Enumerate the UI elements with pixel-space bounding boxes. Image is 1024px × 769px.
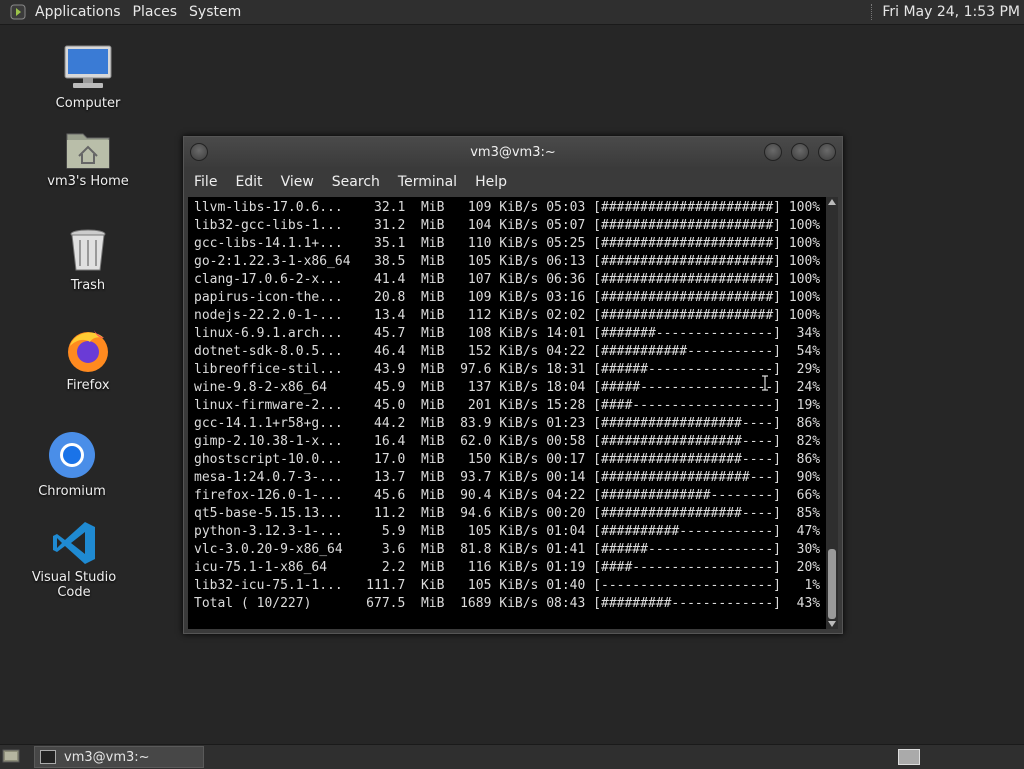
terminal-line: python-3.12.3-1-... 5.9 MiB 105 KiB/s 01… [194, 524, 821, 539]
desktop-icon-computer[interactable]: Computer [33, 44, 143, 111]
computer-icon [64, 45, 112, 88]
menu-edit[interactable]: Edit [235, 174, 262, 190]
text-cursor-icon [762, 375, 768, 391]
terminal-line: gcc-14.1.1+r58+g... 44.2 MiB 83.9 KiB/s … [194, 416, 821, 431]
desktop-icon-firefox[interactable]: Firefox [33, 326, 143, 393]
desktop-icon-chromium[interactable]: Chromium [17, 430, 127, 499]
terminal-output[interactable]: llvm-libs-17.0.6... 32.1 MiB 109 KiB/s 0… [188, 197, 826, 629]
desktop-icon-label: Visual Studio Code [31, 570, 117, 600]
terminal-line: lib32-icu-75.1-1... 111.7 KiB 105 KiB/s … [194, 578, 821, 593]
taskbar-item-label: vm3@vm3:~ [64, 749, 150, 765]
terminal-line: qt5-base-5.15.13... 11.2 MiB 94.6 KiB/s … [194, 506, 821, 521]
applications-logo-icon[interactable] [10, 4, 26, 20]
terminal-line: Total ( 10/227) 677.5 MiB 1689 KiB/s 08:… [194, 596, 821, 611]
menu-applications[interactable]: Applications [35, 4, 121, 20]
terminal-icon [40, 750, 56, 764]
terminal-line: llvm-libs-17.0.6... 32.1 MiB 109 KiB/s 0… [194, 200, 821, 215]
chromium-icon [49, 432, 95, 478]
scroll-thumb[interactable] [828, 549, 836, 619]
show-desktop-icon[interactable] [2, 748, 20, 764]
maximize-button[interactable] [791, 143, 809, 161]
terminal-title: vm3@vm3:~ [470, 144, 556, 160]
menu-places[interactable]: Places [133, 4, 178, 20]
terminal-line: gcc-libs-14.1.1+... 35.1 MiB 110 KiB/s 0… [194, 236, 821, 251]
scroll-up-arrow-icon[interactable] [828, 199, 836, 205]
terminal-menubar: File Edit View Search Terminal Help [184, 167, 842, 197]
terminal-line: libreoffice-stil... 43.9 MiB 97.6 KiB/s … [194, 362, 821, 377]
terminal-titlebar[interactable]: vm3@vm3:~ [184, 137, 842, 167]
terminal-line: wine-9.8-2-x86_64 45.9 MiB 137 KiB/s 18:… [194, 380, 821, 395]
vscode-icon [53, 522, 95, 564]
terminal-lines: llvm-libs-17.0.6... 32.1 MiB 109 KiB/s 0… [194, 199, 820, 613]
menu-terminal[interactable]: Terminal [398, 174, 457, 190]
terminal-window[interactable]: vm3@vm3:~ File Edit View Search Terminal… [183, 136, 843, 634]
terminal-scrollbar[interactable] [826, 197, 838, 629]
terminal-line: icu-75.1-1-x86_64 2.2 MiB 116 KiB/s 01:1… [194, 560, 821, 575]
terminal-line: lib32-gcc-libs-1... 31.2 MiB 104 KiB/s 0… [194, 218, 821, 233]
top-panel: Applications Places System Fri May 24, 1… [0, 0, 1024, 25]
menu-system[interactable]: System [189, 4, 241, 20]
desktop-icon-label: Firefox [66, 378, 110, 393]
desktop-icon-label: vm3's Home [47, 174, 129, 189]
terminal-line: ghostscript-10.0... 17.0 MiB 150 KiB/s 0… [194, 452, 821, 467]
clock[interactable]: Fri May 24, 1:53 PM [882, 4, 1020, 20]
close-button[interactable] [818, 143, 836, 161]
terminal-line: linux-6.9.1.arch... 45.7 MiB 108 KiB/s 1… [194, 326, 821, 341]
window-menu-button[interactable] [190, 143, 208, 161]
menu-file[interactable]: File [194, 174, 217, 190]
terminal-line: gimp-2.10.38-1-x... 16.4 MiB 62.0 KiB/s … [194, 434, 821, 449]
desktop-icon-label: Trash [70, 278, 106, 293]
taskbar-item-terminal[interactable]: vm3@vm3:~ [34, 746, 204, 768]
terminal-line: nodejs-22.2.0-1-... 13.4 MiB 112 KiB/s 0… [194, 308, 821, 323]
menu-help[interactable]: Help [475, 174, 507, 190]
clock-area: Fri May 24, 1:53 PM [871, 0, 1020, 24]
home-folder-icon [66, 133, 110, 169]
desktop-icon-vscode[interactable]: Visual Studio Code [19, 520, 129, 600]
terminal-line: papirus-icon-the... 20.8 MiB 109 KiB/s 0… [194, 290, 821, 305]
desktop-icon-label: Computer [55, 96, 121, 111]
terminal-line: vlc-3.0.20-9-x86_64 3.6 MiB 81.8 KiB/s 0… [194, 542, 821, 557]
terminal-line: go-2:1.22.3-1-x86_64 38.5 MiB 105 KiB/s … [194, 254, 821, 269]
menu-view[interactable]: View [281, 174, 314, 190]
minimize-button[interactable] [764, 143, 782, 161]
terminal-line: dotnet-sdk-8.0.5... 46.4 MiB 152 KiB/s 0… [194, 344, 821, 359]
workspace-switcher[interactable] [898, 749, 920, 765]
desktop-icon-trash[interactable]: Trash [33, 228, 143, 293]
terminal-line: mesa-1:24.0.7-3-... 13.7 MiB 93.7 KiB/s … [194, 470, 821, 485]
trash-icon [70, 229, 106, 271]
firefox-icon [68, 330, 108, 372]
top-menu: Applications Places System [0, 4, 244, 20]
bottom-panel: vm3@vm3:~ [0, 744, 1024, 769]
desktop-icon-home[interactable]: vm3's Home [33, 128, 143, 189]
terminal-line: clang-17.0.6-2-x... 41.4 MiB 107 KiB/s 0… [194, 272, 821, 287]
panel-separator [871, 4, 874, 20]
menu-search[interactable]: Search [332, 174, 380, 190]
terminal-line: linux-firmware-2... 45.0 MiB 201 KiB/s 1… [194, 398, 821, 413]
terminal-line: firefox-126.0-1-... 45.6 MiB 90.4 KiB/s … [194, 488, 821, 503]
desktop-icon-label: Chromium [38, 484, 106, 499]
scroll-down-arrow-icon[interactable] [828, 621, 836, 627]
